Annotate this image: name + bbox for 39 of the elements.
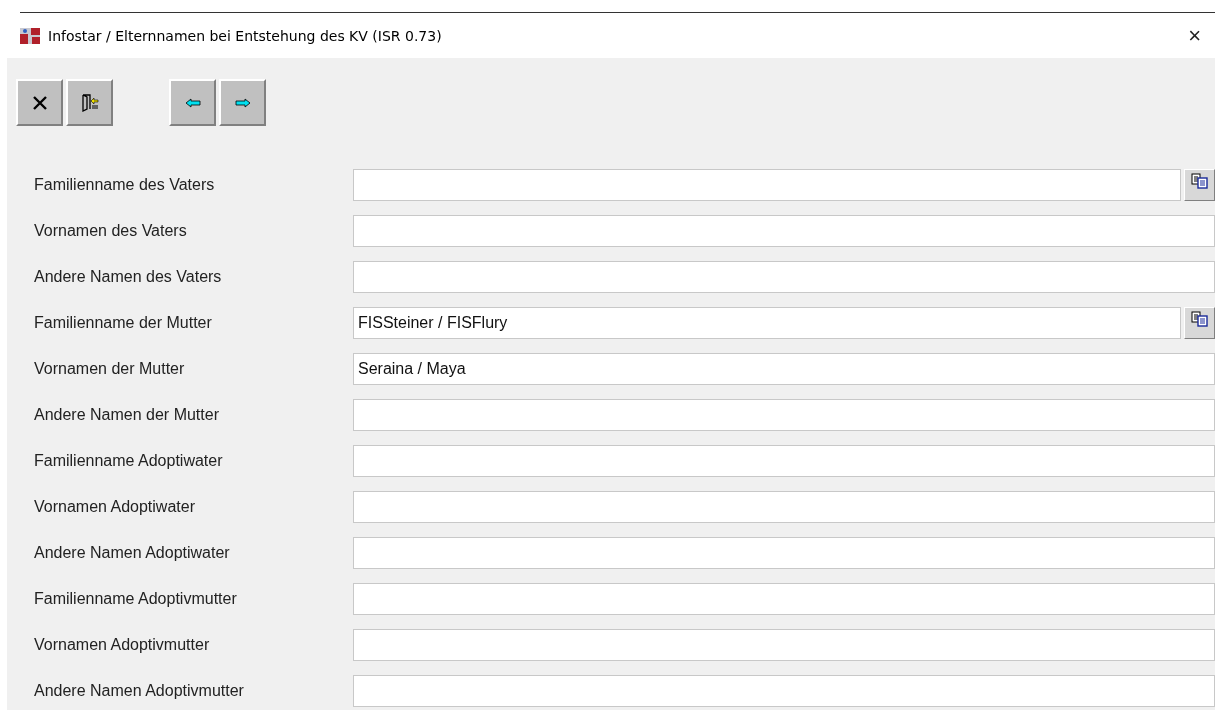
field-label: Vornamen Adoptiwater (33, 498, 196, 516)
text-field[interactable] (353, 583, 1215, 615)
field-label: Familienname der Mutter (33, 314, 213, 332)
field-label: Andere Namen Adoptiwater (33, 544, 231, 562)
right-arrow-button[interactable] (219, 79, 266, 126)
text-field[interactable] (353, 491, 1215, 523)
field-label: Vornamen Adoptivmutter (33, 636, 211, 654)
copy-icon (1190, 173, 1209, 189)
copy-button[interactable] (1184, 307, 1215, 339)
text-field[interactable] (353, 169, 1181, 201)
door-arrow-icon (80, 93, 99, 112)
left-arrow-icon (184, 97, 201, 108)
field-label: Vornamen der Mutter (33, 360, 186, 378)
left-arrow-button[interactable] (169, 79, 216, 126)
text-field[interactable] (353, 675, 1215, 707)
text-field[interactable] (353, 445, 1215, 477)
app-icon (20, 27, 40, 44)
field-label: Andere Namen Adoptivmutter (33, 682, 245, 700)
text-field[interactable] (353, 261, 1215, 293)
cancel-icon (31, 94, 48, 111)
door-exit-button[interactable] (66, 79, 113, 126)
text-field[interactable] (353, 537, 1215, 569)
field-label: Familienname Adoptiwater (33, 452, 224, 470)
field-label: Vornamen des Vaters (33, 222, 188, 240)
close-button[interactable]: × (1188, 22, 1201, 49)
copy-button[interactable] (1184, 169, 1215, 201)
window-title: Infostar / Elternnamen bei Entstehung des KV (ISR 0.73) (48, 27, 443, 44)
right-arrow-icon (234, 97, 251, 108)
text-field[interactable]: FISSteiner / FISFlury (353, 307, 1181, 339)
text-field[interactable]: Seraina / Maya (353, 353, 1215, 385)
cancel-button[interactable] (16, 79, 63, 126)
copy-icon (1190, 311, 1209, 327)
field-label: Familienname Adoptivmutter (33, 590, 238, 608)
field-label: Andere Namen des Vaters (33, 268, 223, 286)
field-label: Andere Namen der Mutter (33, 406, 220, 424)
text-field[interactable] (353, 629, 1215, 661)
field-label: Familienname des Vaters (33, 176, 216, 194)
text-field[interactable] (353, 215, 1215, 247)
text-field[interactable] (353, 399, 1215, 431)
